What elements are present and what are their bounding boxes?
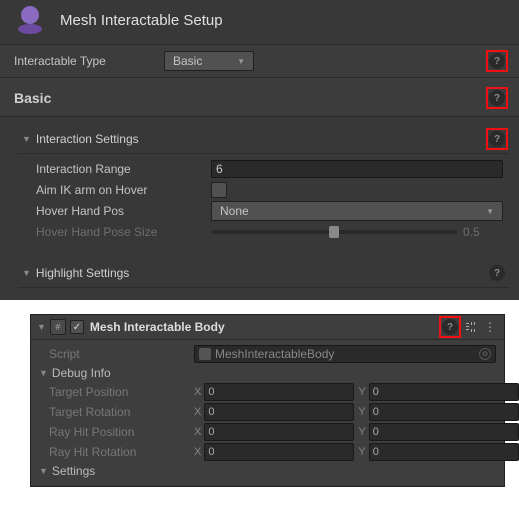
chevron-down-icon: ▼ <box>486 207 494 216</box>
interaction-range-input[interactable] <box>211 160 503 178</box>
vector-row-label: Ray Hit Rotation <box>39 445 194 459</box>
script-value: MeshInteractableBody <box>215 347 334 361</box>
slider-thumb-icon[interactable] <box>329 226 339 238</box>
component-title: Mesh Interactable Body <box>90 320 225 334</box>
axis-x-input[interactable] <box>204 383 354 401</box>
axis-y-input[interactable] <box>369 383 519 401</box>
script-row: Script MeshInteractableBody ⊙ <box>39 344 496 364</box>
interactable-type-dropdown[interactable]: Basic ▼ <box>164 51 254 71</box>
vector-row-label: Target Rotation <box>39 405 194 419</box>
highlight-settings-title: Highlight Settings <box>36 266 129 280</box>
vector-row-label: Target Position <box>39 385 194 399</box>
hover-hand-pose-size-slider[interactable] <box>211 230 457 234</box>
axis-y-label: Y <box>358 406 365 418</box>
kebab-menu-icon[interactable]: ⋮ <box>482 319 498 335</box>
basic-section-body: ▼ Interaction Settings ? Interaction Ran… <box>0 117 519 288</box>
help-icon[interactable]: ? <box>489 131 505 147</box>
hover-hand-pos-label: Hover Hand Pos <box>36 204 211 218</box>
chevron-down-icon: ▼ <box>237 57 245 66</box>
vector-row: Target Position X Y Z <box>39 382 496 402</box>
axis-x-label: X <box>194 386 201 398</box>
axis-x-input[interactable] <box>204 423 354 441</box>
foldout-arrow-icon: ▼ <box>39 368 48 378</box>
component-inspector-area: ▼ # ✓ Mesh Interactable Body ? ⋮ Script … <box>0 300 519 501</box>
axis-x-input[interactable] <box>204 403 354 421</box>
axis-y-input[interactable] <box>369 423 519 441</box>
vector-row-label: Ray Hit Position <box>39 425 194 439</box>
script-label: Script <box>39 347 194 361</box>
debug-info-body: Target Position X Y Z Target Rotation X … <box>39 382 496 462</box>
foldout-arrow-icon: ▼ <box>22 134 31 144</box>
hover-hand-pose-size-label: Hover Hand Pose Size <box>36 225 211 239</box>
help-icon[interactable]: ? <box>442 319 458 335</box>
hover-hand-pose-size-value: 0.5 <box>463 225 503 239</box>
component-body: Script MeshInteractableBody ⊙ ▼ Debug In… <box>31 340 504 486</box>
interactable-type-row: Interactable Type Basic ▼ ? <box>0 44 519 78</box>
script-icon: # <box>50 319 66 335</box>
interaction-settings-body: Interaction Range Aim IK arm on Hover Ho… <box>18 154 509 249</box>
mesh-interactable-body-component: ▼ # ✓ Mesh Interactable Body ? ⋮ Script … <box>30 314 505 487</box>
debug-info-foldout[interactable]: ▼ Debug Info <box>39 364 496 382</box>
axis-x-label: X <box>194 446 201 458</box>
axis-y-label: Y <box>358 446 365 458</box>
foldout-arrow-icon: ▼ <box>37 322 46 332</box>
script-file-icon <box>199 348 211 360</box>
mesh-interactable-setup-panel: Mesh Interactable Setup Interactable Typ… <box>0 0 519 300</box>
hover-hand-pos-value: None <box>220 204 249 218</box>
interactable-type-label: Interactable Type <box>14 54 164 68</box>
basic-section-title: Basic <box>14 90 51 106</box>
foldout-arrow-icon: ▼ <box>39 466 48 476</box>
axis-x-label: X <box>194 406 201 418</box>
help-icon[interactable]: ? <box>489 53 505 69</box>
aim-ik-label: Aim IK arm on Hover <box>36 183 211 197</box>
help-icon[interactable]: ? <box>489 90 505 106</box>
interaction-range-row: Interaction Range <box>36 159 503 179</box>
interaction-settings-title: Interaction Settings <box>36 132 139 146</box>
aim-ik-checkbox[interactable] <box>211 182 227 198</box>
axis-y-input[interactable] <box>369 443 519 461</box>
component-header[interactable]: ▼ # ✓ Mesh Interactable Body ? ⋮ <box>31 315 504 340</box>
highlight-settings-foldout[interactable]: ▼ Highlight Settings ? <box>18 259 509 288</box>
panel-titlebar: Mesh Interactable Setup <box>0 0 519 44</box>
mesh-logo-icon <box>12 6 48 34</box>
basic-section-header: Basic ? <box>0 78 519 117</box>
axis-x-input[interactable] <box>204 443 354 461</box>
foldout-arrow-icon: ▼ <box>22 268 31 278</box>
interactable-type-value: Basic <box>173 54 202 68</box>
component-enabled-checkbox[interactable]: ✓ <box>70 320 84 334</box>
debug-info-title: Debug Info <box>52 366 111 380</box>
settings-title: Settings <box>52 464 95 478</box>
panel-title: Mesh Interactable Setup <box>60 12 223 29</box>
axis-y-label: Y <box>358 426 365 438</box>
axis-y-label: Y <box>358 386 365 398</box>
hover-hand-pose-size-row: Hover Hand Pose Size 0.5 <box>36 222 503 242</box>
settings-foldout[interactable]: ▼ Settings <box>39 462 496 480</box>
axis-y-input[interactable] <box>369 403 519 421</box>
help-icon[interactable]: ? <box>489 265 505 281</box>
axis-x-label: X <box>194 426 201 438</box>
vector-row: Target Rotation X Y Z <box>39 402 496 422</box>
interaction-settings-foldout[interactable]: ▼ Interaction Settings ? <box>18 125 509 154</box>
script-field[interactable]: MeshInteractableBody ⊙ <box>194 345 496 363</box>
object-picker-icon[interactable]: ⊙ <box>479 348 491 360</box>
vector-row: Ray Hit Rotation X Y Z <box>39 442 496 462</box>
hover-hand-pos-row: Hover Hand Pos None ▼ <box>36 201 503 221</box>
interaction-range-label: Interaction Range <box>36 162 211 176</box>
vector-row: Ray Hit Position X Y Z <box>39 422 496 442</box>
hover-hand-pos-dropdown[interactable]: None ▼ <box>211 201 503 221</box>
aim-ik-row: Aim IK arm on Hover <box>36 180 503 200</box>
presets-icon[interactable] <box>462 319 478 335</box>
